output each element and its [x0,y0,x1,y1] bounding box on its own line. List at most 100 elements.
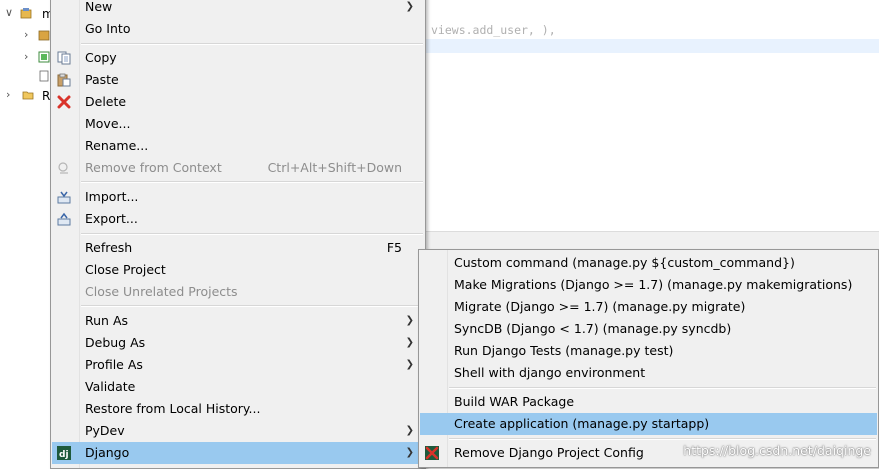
menu-item-shortcut: Ctrl+Alt+Shift+Down [267,160,402,175]
menu-item-label: Restore from Local History... [85,401,261,416]
menu-item-label: PyDev [85,423,125,438]
remove-context-icon [58,162,68,174]
menu-item-label: Run Django Tests (manage.py test) [454,343,674,358]
menu-item-custom-command[interactable]: Custom command (manage.py ${custom_comma… [420,252,877,274]
chevron-right-icon[interactable]: › [24,51,34,63]
menu-item-label: Django [85,445,130,460]
menu-item-build-war[interactable]: Build WAR Package [420,391,877,413]
menu-item-label: Delete [85,94,127,109]
file-icon [39,70,49,82]
menu-item-label: Create application (manage.py startapp) [454,416,710,431]
menu-item-django-shell[interactable]: Shell with django environment [420,362,877,384]
chevron-right-icon[interactable]: › [6,89,16,101]
project-explorer: ∨ m › › › R [0,0,54,467]
tree-row-project[interactable]: ∨ m [0,4,54,26]
editor-status-strip [425,231,879,250]
menu-item-restore-history[interactable]: Restore from Local History... [52,398,424,420]
tree-row[interactable]: › [0,48,50,70]
menu-item-label: Go Into [85,21,131,36]
menu-item-refresh[interactable]: Refresh F5 [52,237,424,259]
django-submenu: Custom command (manage.py ${custom_comma… [418,249,879,468]
menu-item-label: Debug As [85,335,146,350]
menu-item-rename[interactable]: Rename... [52,135,424,157]
menu-item-export[interactable]: Export... [52,208,424,230]
copy-icon [57,51,71,65]
menu-item-label: Run As [85,313,129,328]
menu-item-label: Remove from Context [85,160,222,175]
tree-row-remote[interactable]: › R [0,86,50,108]
menu-item-label: Close Unrelated Projects [85,284,238,299]
menu-item-label: Migrate (Django >= 1.7) (manage.py migra… [454,299,746,314]
chevron-down-icon[interactable]: ∨ [5,7,15,19]
chevron-right-icon: ❯ [405,425,414,436]
current-line-highlight [425,39,879,53]
folder-icon [22,91,34,100]
menu-item-label: Export... [85,211,138,226]
import-icon [57,191,71,204]
django-icon: dj [57,446,71,460]
menu-item-shortcut: F5 [386,240,402,255]
menu-item-label: Make Migrations (Django >= 1.7) (manage.… [454,277,853,292]
code-line: views.add_user, ), [431,23,556,37]
chevron-right-icon: ❯ [405,1,414,12]
svg-text:dj: dj [59,450,69,460]
menu-item-close-project[interactable]: Close Project [52,259,424,281]
project-folder-icon [20,8,32,19]
menu-item-label: Move... [85,116,131,131]
menu-item-go-into[interactable]: Go Into [52,18,424,40]
menu-item-django[interactable]: dj Django ❯ [52,442,424,464]
menu-separator [449,387,876,389]
menu-separator [81,43,423,45]
menu-item-label: SyncDB (Django < 1.7) (manage.py syncdb) [454,321,732,336]
menu-item-label: New [85,0,113,14]
menu-item-pydev[interactable]: PyDev ❯ [52,420,424,442]
watermark-url: https://blog.csdn.net/daiqinge [683,443,871,458]
menu-item-run-django-tests[interactable]: Run Django Tests (manage.py test) [420,340,877,362]
menu-item-label: Copy [85,50,117,65]
menu-item-label: Custom command (manage.py ${custom_comma… [454,255,795,270]
module-icon [38,51,50,63]
menu-item-import[interactable]: Import... [52,186,424,208]
menu-separator [81,305,423,307]
context-menu: New ❯ Go Into Copy Paste Delete Move... … [50,0,426,469]
menu-item-make-migrations[interactable]: Make Migrations (Django >= 1.7) (manage.… [420,274,877,296]
paste-icon [57,73,71,87]
menu-item-label: Import... [85,189,139,204]
menu-item-label: Close Project [85,262,166,277]
menu-item-label: Validate [85,379,136,394]
menu-item-run-as[interactable]: Run As ❯ [52,310,424,332]
menu-item-validate[interactable]: Validate [52,376,424,398]
menu-item-move[interactable]: Move... [52,113,424,135]
menu-item-label: Shell with django environment [454,365,646,380]
chevron-right-icon[interactable]: › [24,29,34,41]
chevron-right-icon: ❯ [405,337,414,348]
menu-item-migrate[interactable]: Migrate (Django >= 1.7) (manage.py migra… [420,296,877,318]
delete-icon [57,95,71,109]
chevron-right-icon: ❯ [405,447,414,458]
menu-item-label: Build WAR Package [454,394,575,409]
menu-item-debug-as[interactable]: Debug As ❯ [52,332,424,354]
menu-item-profile-as[interactable]: Profile As ❯ [52,354,424,376]
menu-item-paste[interactable]: Paste [52,69,424,91]
menu-item-label: Remove Django Project Config [454,445,644,460]
menu-item-label: Paste [85,72,119,87]
menu-item-label: Refresh [85,240,133,255]
menu-item-new[interactable]: New ❯ [52,0,424,18]
menu-item-label: Profile As [85,357,143,372]
menu-item-label: Rename... [85,138,149,153]
chevron-right-icon: ❯ [405,315,414,326]
menu-separator [81,233,423,235]
menu-item-copy[interactable]: Copy [52,47,424,69]
export-icon [57,212,71,226]
menu-item-create-application[interactable]: Create application (manage.py startapp) [420,413,877,435]
menu-item-delete[interactable]: Delete [52,91,424,113]
menu-separator [449,438,876,440]
menu-item-remove-from-context: Remove from Context Ctrl+Alt+Shift+Down [52,157,424,179]
menu-separator [81,181,423,183]
chevron-right-icon: ❯ [405,359,414,370]
package-icon [38,30,50,41]
tree-row[interactable]: › [0,26,50,48]
remove-config-icon [425,446,439,460]
menu-item-syncdb[interactable]: SyncDB (Django < 1.7) (manage.py syncdb) [420,318,877,340]
menu-item-close-unrelated-projects: Close Unrelated Projects [52,281,424,303]
